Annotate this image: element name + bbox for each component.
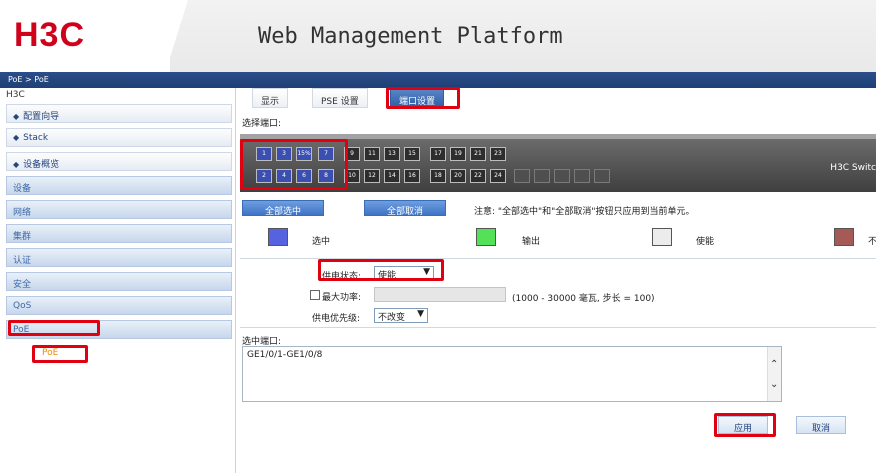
port-bottom-12[interactable]: 24 xyxy=(490,169,506,183)
port-bottom-1[interactable]: 2 xyxy=(256,169,272,183)
sidebar-item-label: 网络 xyxy=(13,208,32,218)
sfp-port[interactable] xyxy=(554,169,570,183)
port-top-12[interactable]: 23 xyxy=(490,147,506,161)
legend-label: 选中 xyxy=(312,237,331,247)
port-bottom-3[interactable]: 6 xyxy=(296,169,312,183)
priority-select[interactable]: 不改变 ▼ xyxy=(374,308,428,323)
logo-area: H3C xyxy=(0,0,188,72)
port-top-5[interactable]: 9 xyxy=(344,147,360,161)
device-name: H3C xyxy=(6,90,25,100)
sidebar-item-stack[interactable]: ◆ Stack xyxy=(6,128,232,147)
legend-label: 使能 xyxy=(696,237,715,247)
port-top-10[interactable]: 19 xyxy=(450,147,466,161)
port-top-3[interactable]: 15% xyxy=(296,147,312,161)
scroll-up-icon[interactable]: ⌃ xyxy=(770,359,778,370)
select-port-label: 选择端口: xyxy=(242,119,282,129)
legend-swatch-enabled xyxy=(652,228,672,246)
scrollbar[interactable]: ⌃ ⌄ xyxy=(767,347,781,401)
priority-value: 不改变 xyxy=(378,313,406,323)
selected-ports-value: GE1/0/1-GE1/0/8 xyxy=(247,350,323,360)
switch-model: H3C Switc xyxy=(830,163,876,173)
diamond-icon: ◆ xyxy=(13,160,20,169)
port-bottom-5[interactable]: 10 xyxy=(344,169,360,183)
sidebar-item-security[interactable]: 安全 xyxy=(6,272,232,291)
port-bottom-8[interactable]: 16 xyxy=(404,169,420,183)
port-top-7[interactable]: 13 xyxy=(384,147,400,161)
sidebar-item-qos[interactable]: QoS xyxy=(6,296,232,315)
diamond-icon: ◆ xyxy=(13,133,20,142)
sidebar-item-label: 集群 xyxy=(13,232,32,242)
sidebar-item-label: 配置向导 xyxy=(23,112,60,122)
deselect-all-button[interactable]: 全部取消 xyxy=(364,200,446,217)
port-top-6[interactable]: 11 xyxy=(364,147,380,161)
select-all-button[interactable]: 全部选中 xyxy=(242,200,324,217)
legend-label: 不 xyxy=(868,237,876,247)
cancel-button[interactable]: 取消 xyxy=(796,416,846,434)
port-top-11[interactable]: 21 xyxy=(470,147,486,161)
port-top-4[interactable]: 7 xyxy=(318,147,334,161)
tab-pse-settings[interactable]: PSE 设置 xyxy=(312,88,368,108)
tab-display[interactable]: 显示 xyxy=(252,88,289,108)
sidebar-item-network[interactable]: 网络 xyxy=(6,200,232,219)
sfp-port[interactable] xyxy=(574,169,590,183)
platform-title: Web Management Platform xyxy=(258,24,563,49)
sidebar-item-overview[interactable]: ◆ 设备概览 xyxy=(6,152,232,171)
max-power-input[interactable] xyxy=(374,287,506,302)
sidebar-item-label: QoS xyxy=(13,301,32,311)
legend-swatch-output xyxy=(476,228,496,246)
sidebar-item-label: 设备 xyxy=(13,184,32,194)
port-top-8[interactable]: 15 xyxy=(404,147,420,161)
sidebar-item-wizard[interactable]: ◆ 配置向导 xyxy=(6,104,232,123)
sidebar: H3C ◆ 配置向导 ◆ Stack ◆ 设备概览 设备 网络 集群 认证 安全 Qo… xyxy=(0,88,236,473)
port-bottom-2[interactable]: 4 xyxy=(276,169,292,183)
priority-label: 供电优先级: xyxy=(312,314,361,324)
legend-swatch-disabled xyxy=(834,228,854,246)
power-state-value: 使能 xyxy=(378,271,397,281)
max-power-label: 最大功率: xyxy=(322,293,362,303)
sidebar-item-label: 认证 xyxy=(13,256,32,266)
chevron-down-icon: ▼ xyxy=(417,309,424,319)
breadcrumb: PoE > PoE xyxy=(0,72,876,88)
sidebar-item-label: PoE xyxy=(13,325,30,335)
settings-panel: 供电状态: 使能 ▼ 最大功率: (1000 - 30000 毫瓦, 步长 = … xyxy=(240,258,876,328)
switch-panel: 1 3 15% 7 9 11 13 15 17 19 21 23 2 4 6 8 10 12 14 16 18 20 22 2… xyxy=(240,134,876,192)
note-text: 注意: "全部选中"和"全部取消"按钮只应用到当前单元。 xyxy=(474,207,695,217)
sfp-port[interactable] xyxy=(514,169,530,183)
sidebar-item-poe[interactable]: PoE xyxy=(6,320,232,339)
port-bottom-4[interactable]: 8 xyxy=(318,169,334,183)
sidebar-item-label: Stack xyxy=(23,133,49,143)
sfp-port[interactable] xyxy=(594,169,610,183)
port-bottom-6[interactable]: 12 xyxy=(364,169,380,183)
sidebar-item-label: 安全 xyxy=(13,280,32,290)
port-top-1[interactable]: 1 xyxy=(256,147,272,161)
max-power-checkbox[interactable] xyxy=(310,290,320,300)
sfp-port[interactable] xyxy=(534,169,550,183)
power-state-label: 供电状态: xyxy=(322,272,362,282)
chevron-down-icon: ▼ xyxy=(423,267,430,277)
port-bottom-10[interactable]: 20 xyxy=(450,169,466,183)
sidebar-item-device[interactable]: 设备 xyxy=(6,176,232,195)
sidebar-item-cluster[interactable]: 集群 xyxy=(6,224,232,243)
main-content: 显示 PSE 设置 端口设置 选择端口: 1 3 15% 7 9 11 13 15 17 19 21… xyxy=(240,88,876,473)
legend-swatch-selected xyxy=(268,228,288,246)
tab-port-settings[interactable]: 端口设置 xyxy=(390,88,445,108)
port-bottom-11[interactable]: 22 xyxy=(470,169,486,183)
port-top-9[interactable]: 17 xyxy=(430,147,446,161)
sidebar-item-label: 设备概览 xyxy=(23,160,60,170)
scroll-down-icon[interactable]: ⌄ xyxy=(770,379,778,390)
port-bottom-7[interactable]: 14 xyxy=(384,169,400,183)
port-top-2[interactable]: 3 xyxy=(276,147,292,161)
diamond-icon: ◆ xyxy=(13,112,20,121)
sidebar-subitem-poe[interactable]: PoE xyxy=(34,346,84,360)
sidebar-item-auth[interactable]: 认证 xyxy=(6,248,232,267)
power-state-select[interactable]: 使能 ▼ xyxy=(374,266,434,281)
h3c-logo: H3C xyxy=(14,16,86,54)
max-power-hint: (1000 - 30000 毫瓦, 步长 = 100) xyxy=(512,294,655,304)
selected-ports-textarea[interactable]: GE1/0/1-GE1/0/8 ⌃ ⌄ xyxy=(242,346,782,402)
header: H3C Web Management Platform xyxy=(0,0,876,72)
apply-button[interactable]: 应用 xyxy=(718,416,768,434)
legend-label: 输出 xyxy=(522,237,541,247)
port-bottom-9[interactable]: 18 xyxy=(430,169,446,183)
